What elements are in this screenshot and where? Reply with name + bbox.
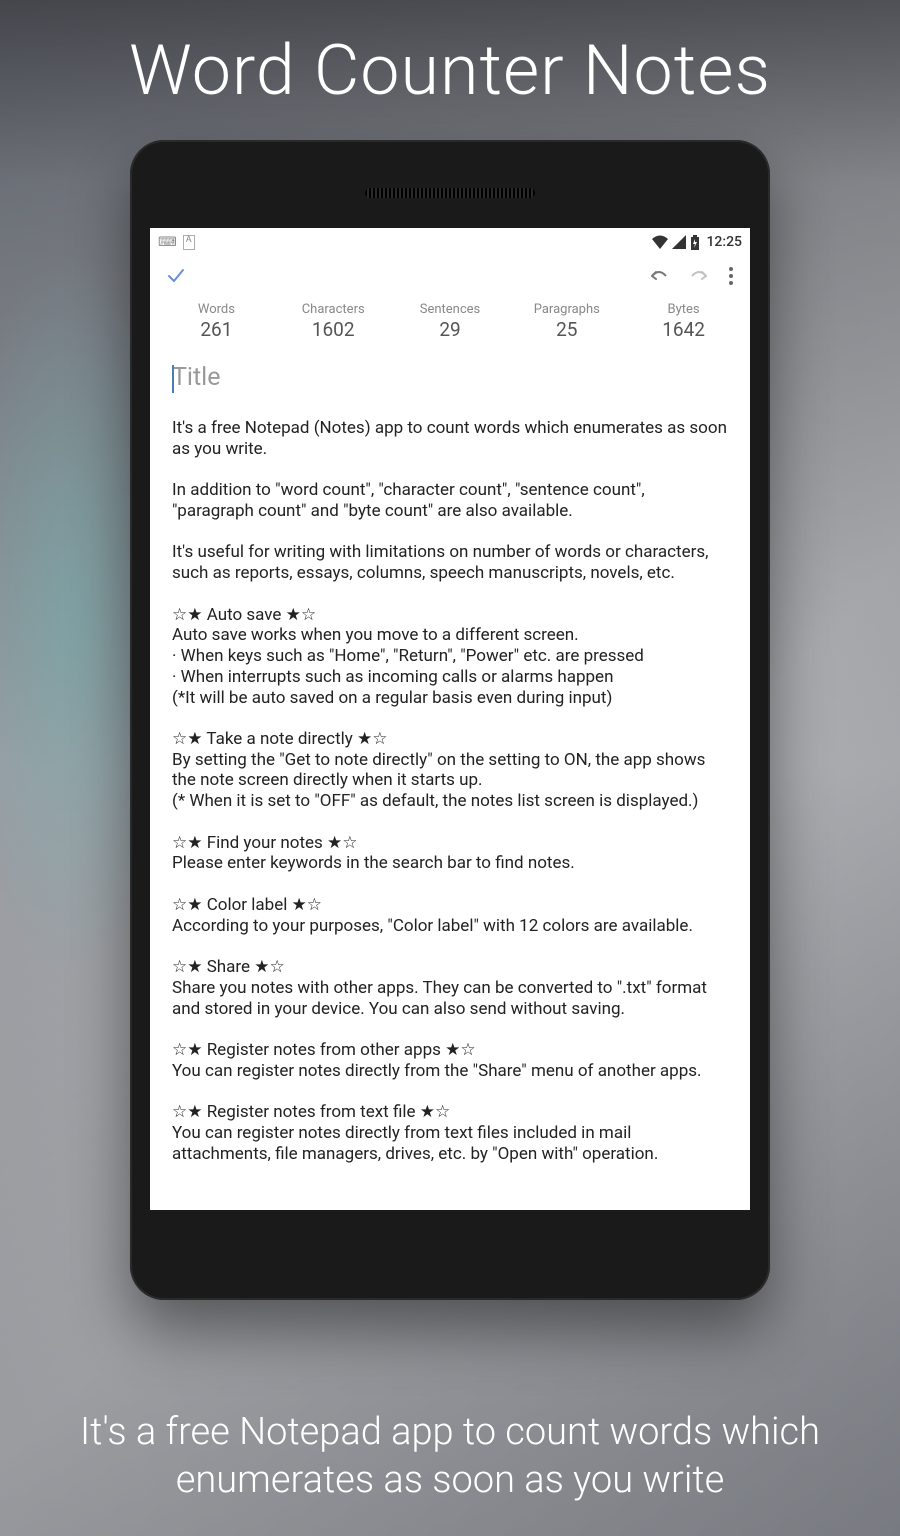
battery-icon xyxy=(690,235,700,250)
counter-characters: Characters 1602 xyxy=(275,302,392,341)
counter-sentences-label: Sentences xyxy=(392,302,509,317)
counter-sentences: Sentences 29 xyxy=(392,302,509,341)
app-screen: ⌨ A 12:25 xyxy=(150,228,750,1210)
wifi-icon xyxy=(652,235,668,249)
confirm-button[interactable] xyxy=(166,265,186,291)
redo-button[interactable] xyxy=(688,266,710,290)
counters-row: Words 261 Characters 1602 Sentences 29 P… xyxy=(150,300,750,349)
counter-bytes-label: Bytes xyxy=(625,302,742,317)
counter-bytes: Bytes 1642 xyxy=(625,302,742,341)
keyboard-icon: ⌨ xyxy=(158,235,177,250)
counter-paragraphs-label: Paragraphs xyxy=(508,302,625,317)
status-time: 12:25 xyxy=(706,234,742,250)
tablet-speaker xyxy=(365,188,535,198)
signal-icon xyxy=(672,235,686,249)
counter-characters-label: Characters xyxy=(275,302,392,317)
note-body-editor[interactable]: It's a free Notepad (Notes) app to count… xyxy=(150,398,750,1164)
counter-words: Words 261 xyxy=(158,302,275,341)
status-bar: ⌨ A 12:25 xyxy=(150,228,750,256)
overflow-menu-button[interactable] xyxy=(728,266,734,291)
counter-bytes-value: 1642 xyxy=(625,318,742,341)
input-mode-icon: A xyxy=(183,235,195,250)
counter-words-label: Words xyxy=(158,302,275,317)
counter-paragraphs-value: 25 xyxy=(508,318,625,341)
counter-sentences-value: 29 xyxy=(392,318,509,341)
tablet-frame: ⌨ A 12:25 xyxy=(130,140,770,1300)
undo-button[interactable] xyxy=(648,266,670,290)
counter-paragraphs: Paragraphs 25 xyxy=(508,302,625,341)
counter-words-value: 261 xyxy=(158,318,275,341)
promo-title: Word Counter Notes xyxy=(0,30,900,112)
counter-characters-value: 1602 xyxy=(275,318,392,341)
promo-subtitle: It's a free Notepad app to count words w… xyxy=(0,1409,900,1504)
toolbar xyxy=(150,256,750,300)
title-input[interactable]: Title xyxy=(150,349,750,398)
